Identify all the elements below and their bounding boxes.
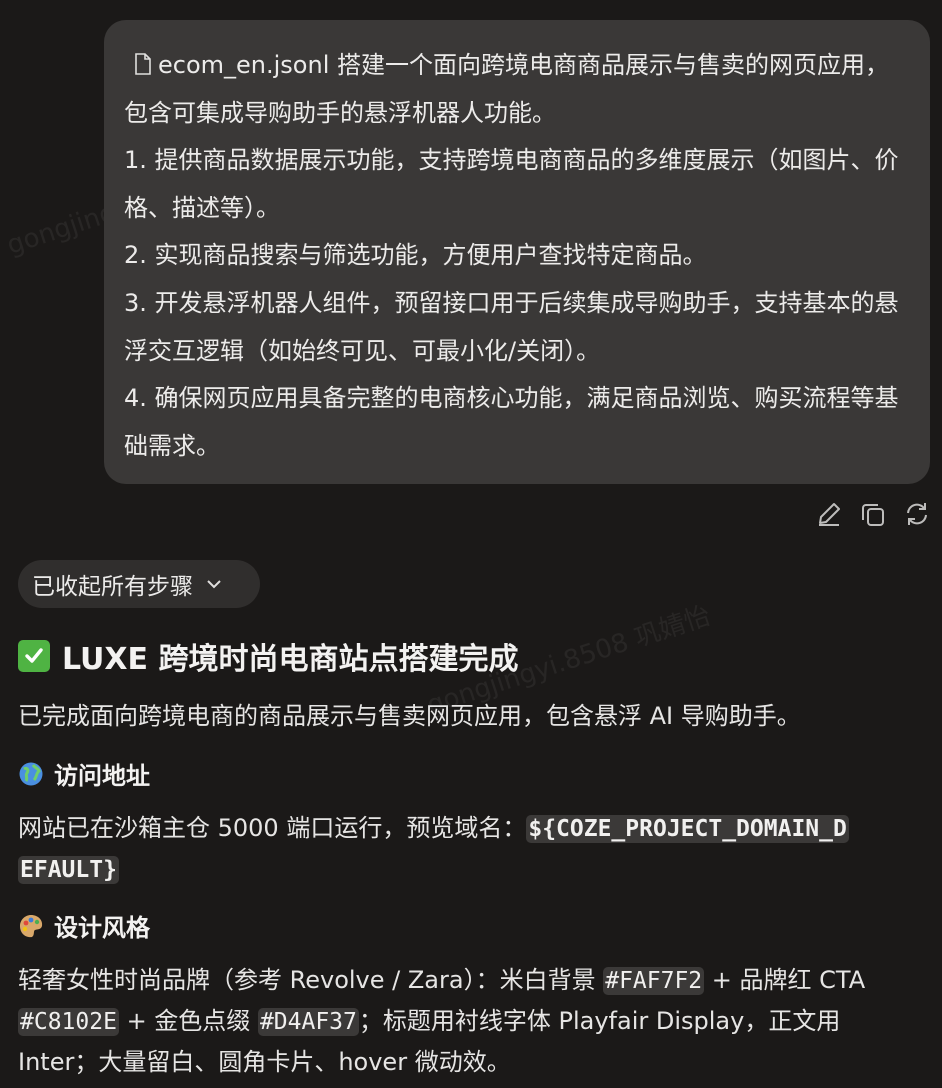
color-code-gold: #D4AF37 — [257, 1008, 359, 1036]
globe-icon — [19, 762, 43, 785]
user-message-text: ecom_en.jsonl 搭建一个面向跨境电商商品展示与售卖的网页应用，包含可… — [124, 42, 908, 470]
design-text-part: 轻奢女性时尚品牌（参考 Revolve / Zara）：米白背景 — [18, 966, 604, 994]
design-text: 轻奢女性时尚品牌（参考 Revolve / Zara）：米白背景 #FAF7F2… — [18, 960, 933, 1082]
domain-code: EFAULT} — [18, 856, 119, 884]
design-text-part: Inter；大量留白、圆角卡片、hover 微动效。 — [18, 1048, 511, 1076]
palette-icon — [20, 914, 43, 937]
steps-toggle-button[interactable]: 已收起所有步骤 — [18, 560, 260, 608]
design-text-part: ；标题用衬线字体 Playfair Display，正文用 — [358, 1007, 841, 1035]
file-icon — [135, 53, 151, 75]
design-heading: 设计风格 — [18, 908, 150, 943]
domain-code: ${COZE_PROJECT_DOMAIN_D — [526, 815, 849, 843]
design-text-part: + 金色点缀 — [118, 1007, 258, 1035]
message-actions — [814, 497, 932, 531]
color-code-background: #FAF7F2 — [603, 967, 705, 995]
copy-button[interactable] — [858, 497, 888, 531]
request-item: 1. 提供商品数据展示功能，支持跨境电商商品的多维度展示（如图片、价格、描述等）… — [124, 146, 899, 222]
response-title-text: LUXE 跨境时尚电商站点搭建完成 — [62, 642, 519, 677]
design-text-part: + 品牌红 CTA — [704, 966, 866, 994]
regenerate-icon — [907, 503, 927, 525]
steps-toggle-label: 已收起所有步骤 — [32, 574, 193, 600]
attached-file-name[interactable]: ecom_en.jsonl — [158, 51, 329, 79]
chevron-down-icon — [207, 580, 221, 589]
user-message-bubble: ecom_en.jsonl 搭建一个面向跨境电商商品展示与售卖的网页应用，包含可… — [104, 20, 930, 484]
request-item: 4. 确保网页应用具备完整的电商核心功能，满足商品浏览、购买流程等基础需求。 — [124, 384, 899, 460]
check-mark-icon — [18, 640, 50, 672]
copy-icon — [862, 504, 884, 526]
access-description: 网站已在沙箱主仓 5000 端口运行，预览域名： — [18, 814, 527, 842]
access-heading: 访问地址 — [18, 756, 150, 791]
edit-icon — [819, 503, 840, 526]
color-code-brand-red: #C8102E — [18, 1008, 119, 1036]
request-item: 3. 开发悬浮机器人组件，预留接口用于后续集成导购助手，支持基本的悬浮交互逻辑（… — [124, 288, 899, 365]
response-intro: 已完成面向跨境电商的商品展示与售卖网页应用，包含悬浮 AI 导购助手。 — [18, 702, 801, 730]
regenerate-button[interactable] — [902, 497, 932, 531]
design-heading-text: 设计风格 — [54, 914, 150, 942]
access-text: 网站已在沙箱主仓 5000 端口运行，预览域名：${COZE_PROJECT_D… — [18, 808, 930, 890]
access-heading-text: 访问地址 — [54, 762, 150, 790]
edit-button[interactable] — [814, 497, 844, 531]
response-title: LUXE 跨境时尚电商站点搭建完成 — [18, 634, 518, 678]
request-item: 2. 实现商品搜索与筛选功能，方便用户查找特定商品。 — [124, 241, 707, 270]
